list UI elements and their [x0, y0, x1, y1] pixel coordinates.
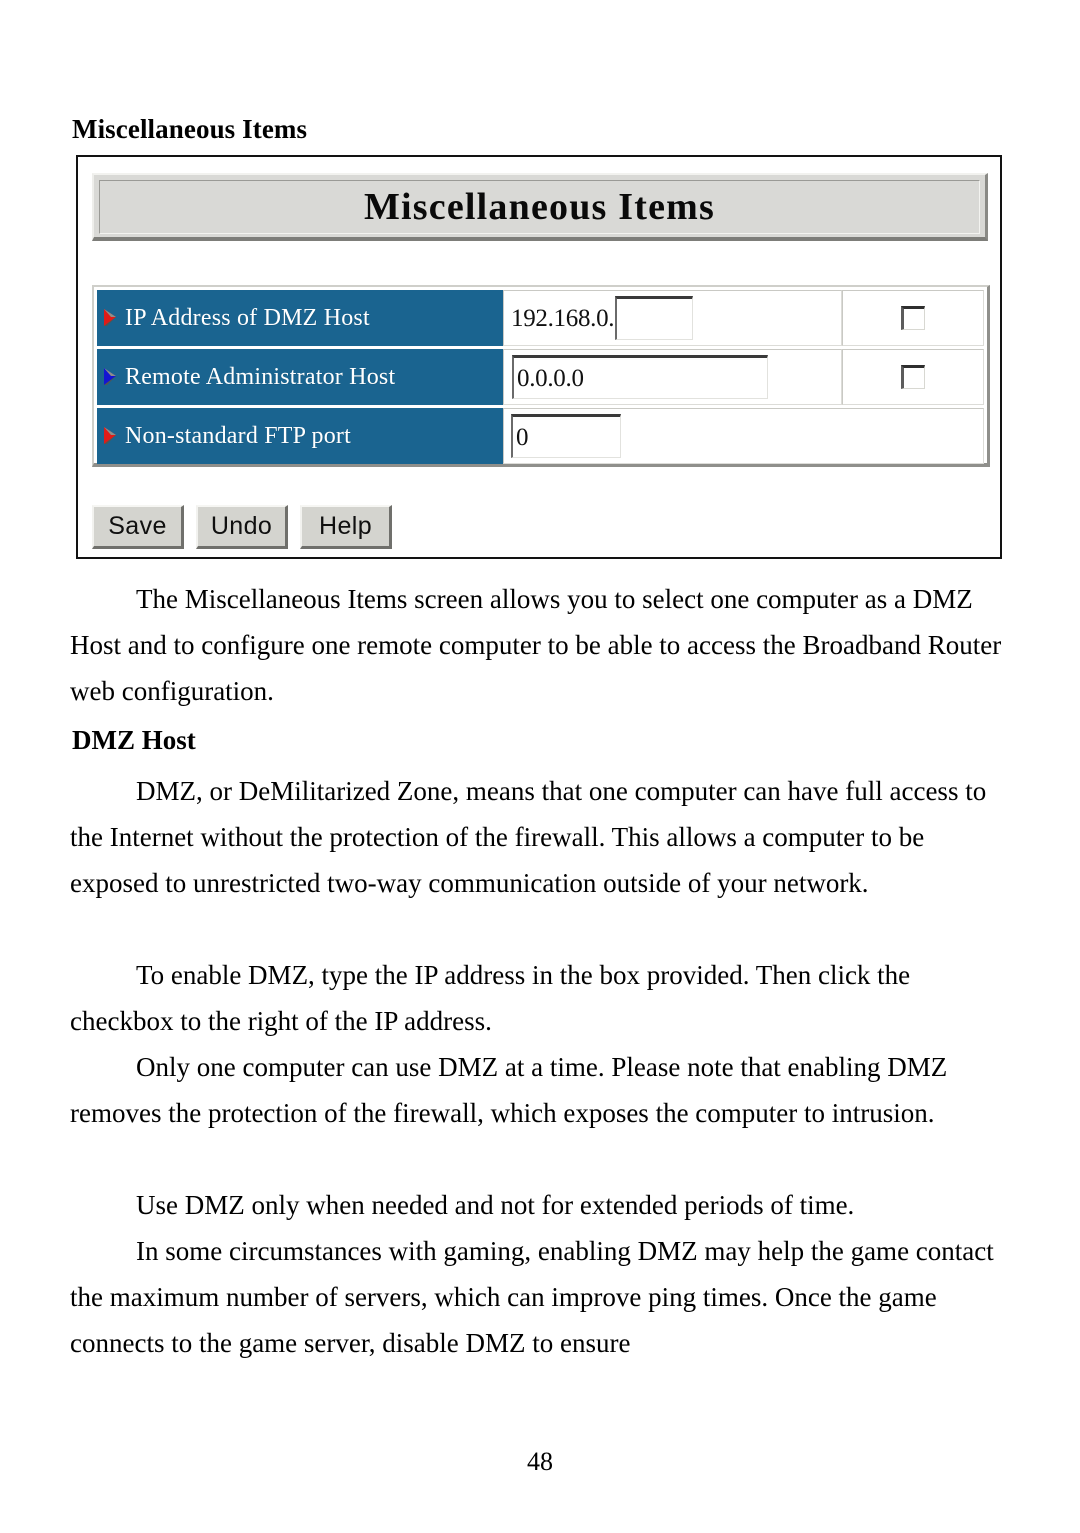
document-page: Miscellaneous Items Miscellaneous Items	[0, 0, 1080, 1533]
settings-table: IP Address of DMZ Host 192.168.0. Remote…	[92, 285, 990, 467]
row-checkbox-cell-dmz-host	[842, 290, 984, 346]
page-number: 48	[527, 1447, 553, 1476]
arrow-bullet-icon	[103, 307, 119, 329]
ui-title-text: Miscellaneous Items	[363, 186, 716, 228]
ip-prefix-label: 192.168.0.	[511, 304, 615, 332]
section-heading: Miscellaneous Items	[72, 114, 308, 144]
table-row: IP Address of DMZ Host 192.168.0.	[97, 290, 984, 346]
paragraph-3: Only one computer can use DMZ at a time.…	[70, 1052, 955, 1128]
remote-admin-host-input[interactable]: 0.0.0.0	[512, 355, 768, 399]
arrow-bullet-icon	[103, 425, 119, 447]
help-button[interactable]: Help	[300, 505, 392, 549]
dmz-host-enable-checkbox[interactable]	[901, 306, 925, 330]
row-label-dmz-host: IP Address of DMZ Host	[97, 290, 503, 346]
row-checkbox-cell-remote-admin-host	[842, 349, 984, 405]
row-value-dmz-host: 192.168.0.	[503, 290, 842, 346]
button-bar: Save Undo Help	[92, 505, 392, 549]
row-label-text: IP Address of DMZ Host	[125, 304, 370, 331]
intro-paragraph-block: The Miscellaneous Items screen allows yo…	[70, 576, 1010, 714]
remote-admin-enable-checkbox[interactable]	[901, 365, 925, 389]
paragraph-5: In some circumstances with gaming, enabl…	[70, 1236, 1001, 1358]
undo-button[interactable]: Undo	[196, 505, 288, 549]
row-value-ftp-port: 0	[503, 408, 984, 464]
dmz-host-heading: DMZ Host	[72, 725, 196, 755]
paragraph-2-block: To enable DMZ, type the IP address in th…	[70, 952, 1010, 1044]
save-button[interactable]: Save	[92, 505, 184, 549]
row-label-text: Remote Administrator Host	[125, 363, 396, 390]
dmz-host-octet-input[interactable]	[615, 296, 694, 340]
arrow-bullet-icon	[103, 366, 119, 388]
intro-paragraph: The Miscellaneous Items screen allows yo…	[70, 584, 1008, 706]
router-ui-screenshot: Miscellaneous Items IP Address of DMZ Ho…	[76, 155, 1002, 559]
paragraph-4-block: Use DMZ only when needed and not for ext…	[70, 1182, 1010, 1228]
ftp-port-input[interactable]: 0	[511, 414, 621, 458]
row-label-remote-admin-host: Remote Administrator Host	[97, 349, 503, 405]
row-label-text: Non-standard FTP port	[125, 422, 351, 449]
paragraph-5-block: In some circumstances with gaming, enabl…	[70, 1228, 1010, 1366]
ui-title-bar: Miscellaneous Items	[92, 173, 988, 241]
table-row: Remote Administrator Host 0.0.0.0	[97, 349, 984, 405]
table-row: Non-standard FTP port 0	[97, 408, 984, 464]
paragraph-2: To enable DMZ, type the IP address in th…	[70, 960, 917, 1036]
row-value-remote-admin-host: 0.0.0.0	[503, 349, 842, 405]
paragraph-1-block: DMZ, or DeMilitarized Zone, means that o…	[70, 768, 1010, 906]
row-label-ftp-port: Non-standard FTP port	[97, 408, 503, 464]
paragraph-3-block: Only one computer can use DMZ at a time.…	[70, 1044, 1010, 1136]
paragraph-4: Use DMZ only when needed and not for ext…	[136, 1190, 855, 1220]
paragraph-1: DMZ, or DeMilitarized Zone, means that o…	[70, 776, 993, 898]
ui-title-bar-inner: Miscellaneous Items	[99, 180, 980, 234]
